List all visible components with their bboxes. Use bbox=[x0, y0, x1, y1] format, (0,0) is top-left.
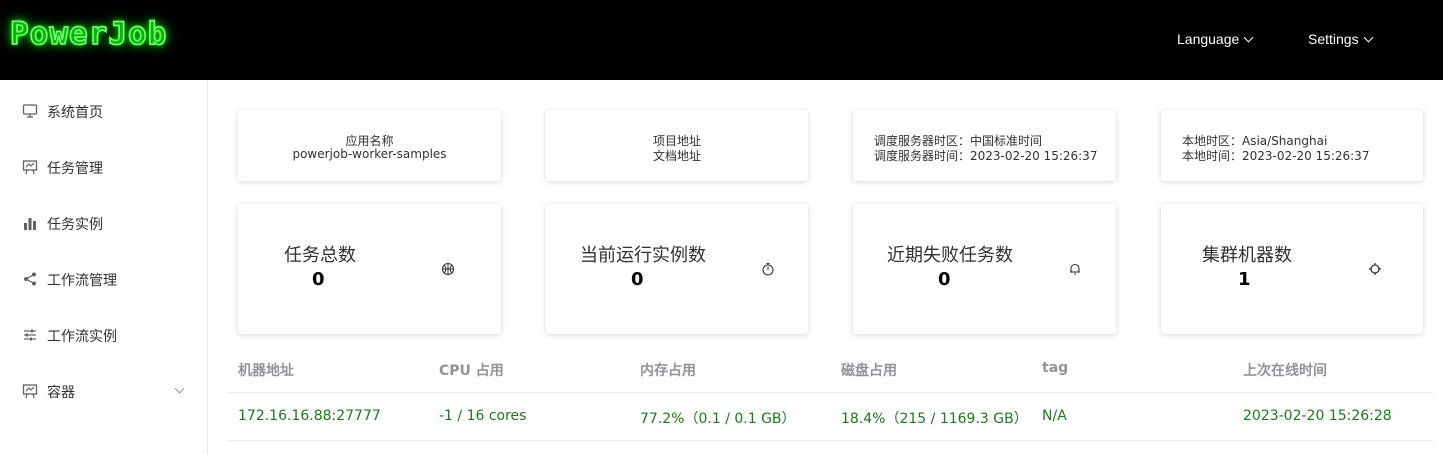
sidebar-item-home[interactable]: 系统首页 bbox=[0, 91, 207, 131]
stat-card-total-jobs: 任务总数 0 bbox=[238, 204, 501, 334]
table-cell: 77.2%（0.1 / 0.1 GB） bbox=[640, 411, 796, 427]
stat-value: 0 bbox=[631, 269, 644, 290]
stat-value: 0 bbox=[938, 269, 951, 290]
stat-value: 1 bbox=[1238, 269, 1251, 290]
language-label: Language bbox=[1177, 31, 1240, 47]
stat-title: 集群机器数 bbox=[1202, 245, 1292, 266]
app-name-value: powerjob-worker-samples bbox=[292, 147, 447, 161]
top-bar: PowerJob Language Settings bbox=[0, 0, 1443, 80]
table-cell: 18.4%（215 / 1169.3 GB） bbox=[841, 411, 1028, 427]
sidebar-item-workflow-instance[interactable]: 工作流实例 bbox=[0, 315, 207, 355]
chevron-down-icon bbox=[1243, 32, 1254, 43]
sidebar-item-label: 系统首页 bbox=[47, 105, 103, 121]
column-header: 机器地址 bbox=[238, 363, 294, 379]
sidebar: 系统首页 任务管理 任务实例 工作流管理 工作流实例 容器 bbox=[0, 80, 208, 455]
sliders-icon bbox=[24, 329, 36, 341]
basketball-icon bbox=[441, 262, 455, 276]
stat-title: 任务总数 bbox=[284, 245, 356, 266]
local-time-card: 本地时区：Asia/Shanghai 本地时间：2023-02-20 15:26… bbox=[1161, 110, 1423, 181]
cog-icon bbox=[1369, 263, 1381, 275]
stat-title: 近期失败任务数 bbox=[887, 245, 1013, 266]
header-divider bbox=[227, 392, 1434, 393]
stopwatch-icon bbox=[762, 262, 774, 276]
sidebar-item-label: 工作流管理 bbox=[47, 273, 117, 289]
bell-icon bbox=[1070, 263, 1080, 275]
sidebar-item-label: 容器 bbox=[47, 385, 75, 401]
table-cell: N/A bbox=[1042, 408, 1067, 424]
bar-chart-icon bbox=[24, 218, 36, 230]
chevron-down-icon[interactable] bbox=[174, 383, 185, 394]
sidebar-item-label: 工作流实例 bbox=[47, 329, 117, 345]
powerjob-logo[interactable]: PowerJob bbox=[9, 15, 167, 53]
column-header: 磁盘占用 bbox=[841, 363, 897, 379]
presentation-icon bbox=[22, 384, 38, 399]
stat-title: 当前运行实例数 bbox=[580, 245, 706, 266]
stat-value: 0 bbox=[312, 269, 325, 290]
stat-card-failed-jobs: 近期失败任务数 0 bbox=[853, 204, 1116, 334]
column-header: CPU 占用 bbox=[439, 363, 504, 379]
table-cell: -1 / 16 cores bbox=[439, 408, 527, 424]
row-divider bbox=[227, 440, 1434, 441]
stat-card-cluster-machines: 集群机器数 1 bbox=[1161, 204, 1423, 334]
sidebar-item-label: 任务实例 bbox=[47, 217, 103, 233]
server-time: 调度服务器时间：2023-02-20 15:26:37 bbox=[874, 149, 1098, 163]
share-icon bbox=[24, 272, 36, 286]
sidebar-item-workflow-manage[interactable]: 工作流管理 bbox=[0, 259, 207, 299]
column-header: tag bbox=[1042, 360, 1069, 376]
column-header: 内存占用 bbox=[640, 363, 696, 379]
presentation-icon bbox=[22, 160, 38, 175]
sidebar-item-job-manage[interactable]: 任务管理 bbox=[0, 147, 207, 187]
stat-card-running-instances: 当前运行实例数 0 bbox=[546, 204, 808, 334]
docs-link[interactable]: 文档地址 bbox=[546, 147, 808, 164]
language-menu[interactable]: Language bbox=[1177, 31, 1254, 47]
column-header: 上次在线时间 bbox=[1243, 363, 1327, 379]
settings-label: Settings bbox=[1308, 31, 1359, 47]
settings-menu[interactable]: Settings bbox=[1308, 31, 1374, 47]
chevron-down-icon bbox=[1363, 32, 1374, 43]
app-info-card: 应用名称 powerjob-worker-samples bbox=[238, 110, 501, 181]
sidebar-item-job-instance[interactable]: 任务实例 bbox=[0, 203, 207, 243]
sidebar-item-container[interactable]: 容器 bbox=[0, 371, 207, 411]
sidebar-item-label: 任务管理 bbox=[47, 161, 103, 177]
table-cell: 172.16.16.88:27777 bbox=[238, 408, 381, 424]
local-time: 本地时间：2023-02-20 15:26:37 bbox=[1182, 149, 1370, 163]
server-time-card: 调度服务器时区：中国标准时间 调度服务器时间：2023-02-20 15:26:… bbox=[853, 110, 1116, 181]
links-card: 项目地址 文档地址 bbox=[546, 110, 808, 181]
table-cell: 2023-02-20 15:26:28 bbox=[1243, 408, 1392, 424]
monitor-icon bbox=[22, 104, 38, 118]
